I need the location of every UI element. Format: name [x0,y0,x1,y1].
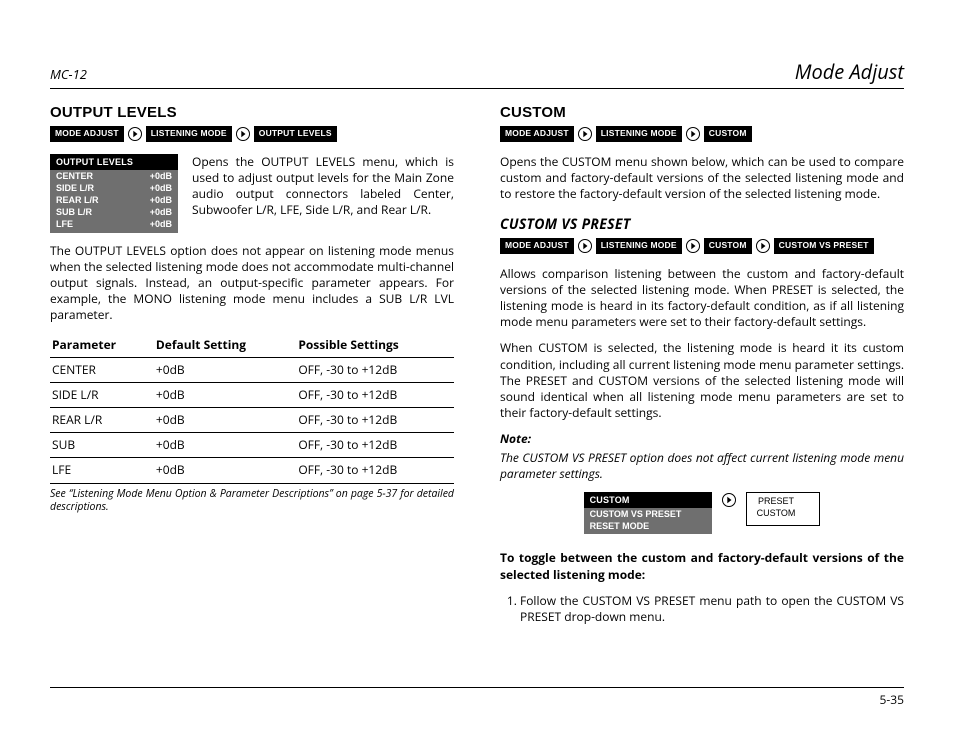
table-row: SUB+0dBOFF, -30 to +12dB [50,433,454,458]
osd-row: CUSTOM VS PRESET [584,508,712,520]
path-chip: MODE ADJUST [500,126,574,141]
path-chip: CUSTOM [704,238,752,253]
table-header: Parameter [50,334,154,358]
list-item: Follow the CUSTOM VS PRESET menu path to… [520,593,904,625]
page-number: 5-35 [880,691,904,708]
parameters-table: Parameter Default Setting Possible Setti… [50,334,454,484]
table-header: Default Setting [154,334,296,358]
path-chip: CUSTOM VS PRESET [774,238,874,253]
heading-custom: Custom [500,103,904,123]
intro-row: OUTPUT LEVELS CENTER+0dB SIDE L/R+0dB RE… [50,154,454,233]
path-chip: MODE ADJUST [500,238,574,253]
procedure-steps: Follow the CUSTOM VS PRESET menu path to… [500,593,904,625]
left-column: Output Levels MODE ADJUST Listening Mode… [50,103,454,687]
table-row: CENTER+0dBOFF, -30 to +12dB [50,357,454,382]
section-title: Mode Adjust [795,58,904,85]
menu-path-custom: MODE ADJUST Listening Mode CUSTOM [500,126,904,141]
osd-row: REAR L/R+0dB [50,194,178,206]
arrow-right-icon [756,239,770,253]
osd-row: LFE+0dB [50,218,178,232]
path-chip: Listening Mode [146,126,232,141]
heading-output-levels: Output Levels [50,103,454,123]
table-row: REAR L/R+0dBOFF, -30 to +12dB [50,408,454,433]
menu-path-output-levels: MODE ADJUST Listening Mode OUTPUT LEVELS [50,126,454,141]
arrow-right-icon [686,239,700,253]
arrow-right-icon [128,127,142,141]
content-columns: Output Levels MODE ADJUST Listening Mode… [50,103,904,687]
osd-row: SUB L/R+0dB [50,206,178,218]
osd-row: SIDE L/R+0dB [50,182,178,194]
osd-title: CUSTOM [584,492,712,508]
table-row: SIDE L/R+0dBOFF, -30 to +12dB [50,382,454,407]
dropdown-option: PRESET [757,496,796,508]
osd-row: RESET MODE [584,520,712,534]
body-paragraph: Opens the CUSTOM menu shown below, which… [500,154,904,203]
intro-paragraph: Opens the OUTPUT LEVELS menu, which is u… [192,154,454,219]
table-row: LFE+0dBOFF, -30 to +12dB [50,458,454,483]
osd-custom: CUSTOM CUSTOM VS PRESET RESET MODE [584,492,712,534]
dropdown-preset-custom: PRESET CUSTOM [746,492,821,526]
arrow-right-icon [686,127,700,141]
note-body: The CUSTOM VS PRESET option does not aff… [500,450,904,482]
path-chip: MODE ADJUST [50,126,124,141]
right-column: Custom MODE ADJUST Listening Mode CUSTOM… [500,103,904,687]
note-label: Note: [500,431,904,447]
osd-title: OUTPUT LEVELS [50,154,178,170]
body-paragraph: Allows comparison listening between the … [500,266,904,331]
body-paragraph: The OUTPUT LEVELS option does not appear… [50,243,454,324]
dropdown-option: CUSTOM [757,508,796,520]
procedure-lead: To toggle between the custom and factory… [500,550,904,582]
path-chip: Listening Mode [596,126,682,141]
path-chip: CUSTOM [704,126,752,141]
heading-custom-vs-preset: CUSTOM VS PRESET [500,216,904,235]
path-chip: Listening Mode [596,238,682,253]
arrow-right-icon [236,127,250,141]
arrow-right-icon [578,127,592,141]
osd-row: CENTER+0dB [50,170,178,182]
page-footer: 5-35 [50,687,904,708]
table-caption: See “Listening Mode Menu Option & Parame… [50,488,454,514]
osd-output-levels: OUTPUT LEVELS CENTER+0dB SIDE L/R+0dB RE… [50,154,178,233]
arrow-right-icon [722,493,736,511]
running-header: MC-12 Mode Adjust [50,58,904,89]
body-paragraph: When CUSTOM is selected, the listening m… [500,340,904,421]
menu-path-custom-vs-preset: MODE ADJUST Listening Mode CUSTOM CUSTOM… [500,238,904,253]
table-header: Possible Settings [296,334,454,358]
product-code: MC-12 [50,66,87,84]
custom-diagram: CUSTOM CUSTOM VS PRESET RESET MODE PRESE… [500,492,904,534]
arrow-right-icon [578,239,592,253]
path-chip: OUTPUT LEVELS [254,126,337,141]
